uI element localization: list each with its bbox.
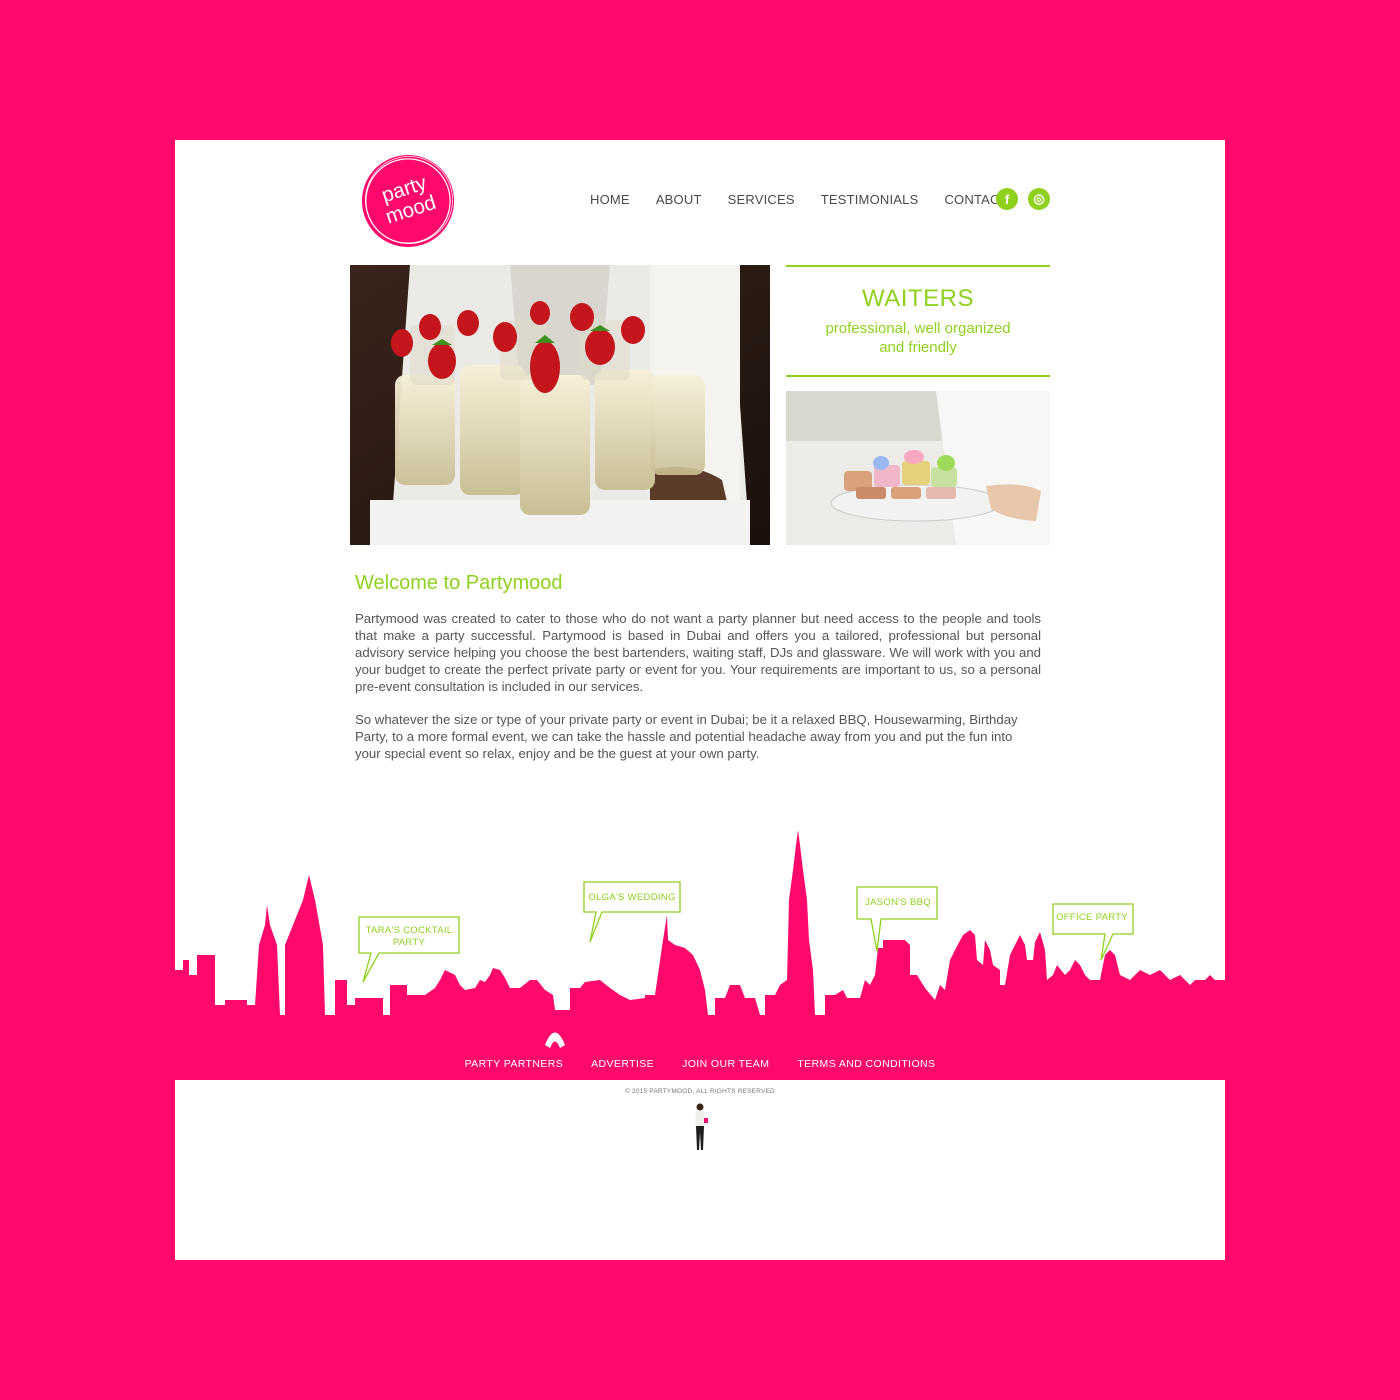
footer-advertise[interactable]: ADVERTISE	[591, 1058, 654, 1070]
waiters-feature: WAITERS professional, well organized and…	[786, 265, 1050, 377]
footer-nav: PARTY PARTNERS ADVERTISE JOIN OUR TEAM T…	[175, 1058, 1225, 1070]
waiters-subtitle: professional, well organized and friendl…	[825, 320, 1011, 356]
woman-figure-image	[695, 1103, 708, 1150]
copyright-text: © 2015 PARTYMOOD, ALL RIGHTS RESERVED	[625, 1088, 775, 1095]
bubble-jasons-bbq[interactable]	[855, 885, 941, 955]
nav-about[interactable]: ABOUT	[656, 192, 702, 207]
bubble-olgas-wedding[interactable]	[582, 880, 684, 946]
intro-paragraph: Partymood was created to cater to those …	[355, 611, 1041, 694]
nav-testimonials[interactable]: TESTIMONIALS	[821, 192, 919, 207]
facebook-icon[interactable]: f	[996, 188, 1018, 210]
instagram-icon[interactable]: ◎	[1028, 188, 1050, 210]
bubble-label: OFFICE PARTY	[1056, 912, 1128, 923]
welcome-heading: Welcome to Partymood	[355, 572, 563, 594]
bubble-label: JASON'S BBQ	[865, 897, 931, 908]
nav-home[interactable]: HOME	[590, 192, 630, 207]
footer-party-partners[interactable]: PARTY PARTNERS	[465, 1058, 564, 1070]
waiters-title: WAITERS	[862, 285, 974, 312]
nav-services[interactable]: SERVICES	[728, 192, 795, 207]
footer-join-our-team[interactable]: JOIN OUR TEAM	[682, 1058, 769, 1070]
footer-terms[interactable]: TERMS AND CONDITIONS	[797, 1058, 935, 1070]
champagne-photo	[350, 265, 770, 545]
bubble-office-party[interactable]	[1051, 902, 1135, 962]
events-paragraph: So whatever the size or type of your pri…	[355, 712, 1018, 761]
social-links: f ◎	[996, 188, 1050, 210]
bubble-label: OLGA'S WEDDING	[588, 892, 676, 903]
partymood-logo[interactable]: party mood	[359, 152, 457, 250]
bubble-label: TARA'S COCKTAIL PARTY	[365, 925, 453, 948]
pastries-photo	[786, 391, 1050, 545]
main-nav: HOME ABOUT SERVICES TESTIMONIALS CONTACT	[590, 192, 1034, 207]
page-container: party mood HOME ABOUT SERVICES TESTIMONI…	[175, 140, 1225, 1260]
